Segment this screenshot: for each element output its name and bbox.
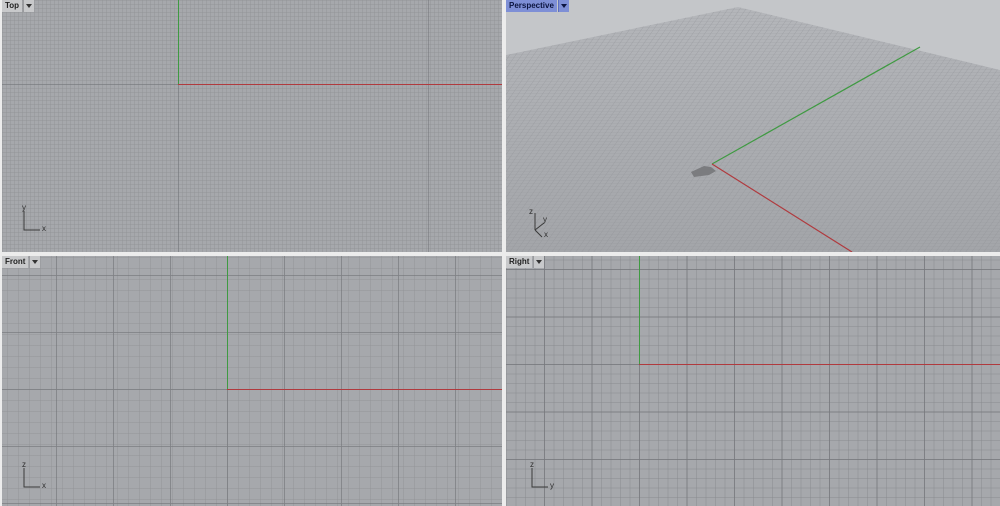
viewport-title[interactable]: Right <box>506 256 533 268</box>
x-axis-line <box>178 84 502 85</box>
triad-label-x: x <box>42 224 46 233</box>
viewport-title[interactable]: Front <box>2 256 29 268</box>
grid-major <box>2 256 502 506</box>
dropdown-arrow-icon[interactable] <box>557 0 569 12</box>
grid-major <box>506 256 1000 506</box>
axis-triad: z y x <box>526 207 566 239</box>
dropdown-arrow-icon[interactable] <box>533 256 545 268</box>
dropdown-arrow-icon[interactable] <box>23 0 35 12</box>
triad-label-y: y <box>550 481 554 490</box>
triad-label-x: x <box>42 481 46 490</box>
viewport-right[interactable]: Right z y <box>506 256 1000 506</box>
y-axis-line <box>178 0 179 85</box>
triad-label-y: y <box>22 203 26 212</box>
triad-label-z: z <box>22 460 26 469</box>
viewport-front[interactable]: Front z x <box>2 256 502 506</box>
triad-label-z: z <box>529 207 533 216</box>
axis-triad: z x <box>20 461 60 491</box>
z-axis-line <box>227 256 228 390</box>
viewport-tab-top[interactable]: Top <box>2 0 35 12</box>
triad-label-x: x <box>544 230 548 239</box>
grid-major <box>2 0 502 252</box>
dropdown-arrow-icon[interactable] <box>29 256 41 268</box>
viewport-tab-right[interactable]: Right <box>506 256 545 268</box>
y-axis-line <box>639 364 1000 365</box>
triad-label-y: y <box>543 215 547 224</box>
viewport-tab-perspective[interactable]: Perspective <box>506 0 569 12</box>
axis-triad: y x <box>20 204 60 234</box>
x-axis-line <box>227 389 502 390</box>
perspective-plane <box>506 7 1000 252</box>
z-axis-line <box>639 256 640 365</box>
axis-triad: z y <box>528 461 568 491</box>
viewport-title[interactable]: Perspective <box>506 0 557 12</box>
viewport-top[interactable]: Top y x <box>2 0 502 252</box>
viewport-tab-front[interactable]: Front <box>2 256 41 268</box>
triad-label-z: z <box>530 460 534 469</box>
viewport-title[interactable]: Top <box>2 0 23 12</box>
viewport-perspective[interactable]: Perspective z y x <box>506 0 1000 252</box>
